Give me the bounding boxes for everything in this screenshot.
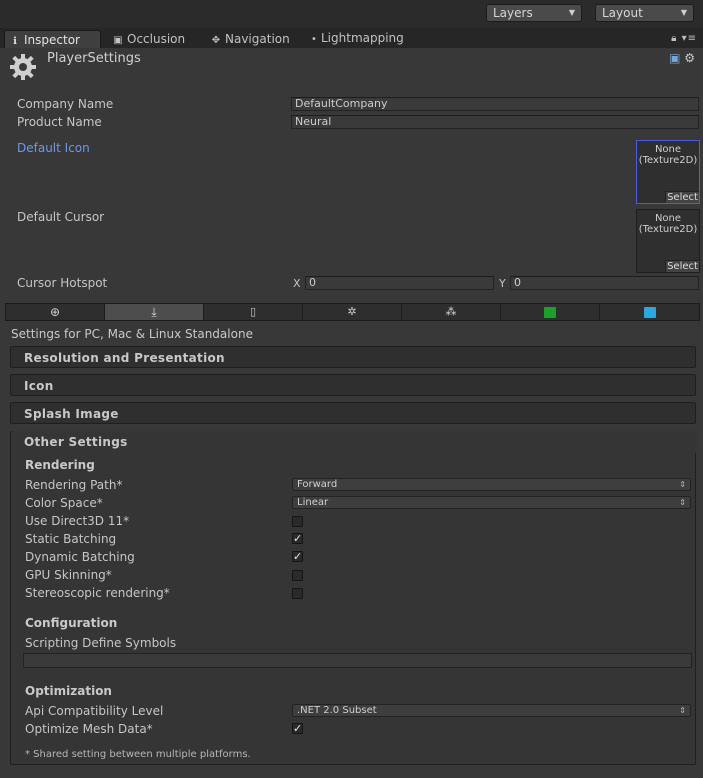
direct3d11-checkbox[interactable] (292, 516, 303, 527)
section-other[interactable]: Other Settings (11, 431, 697, 453)
default-icon-label: Default Icon (17, 141, 90, 155)
tab-tools[interactable]: 🔒︎ ▾≡ (671, 33, 697, 44)
download-icon: ⤓ (151, 305, 157, 319)
color-space-label: Color Space* (25, 496, 103, 510)
optimize-mesh-checkbox[interactable]: ✓ (292, 723, 303, 734)
company-name-field[interactable]: DefaultCompany (291, 97, 699, 111)
settings-for-label: Settings for PC, Mac & Linux Standalone (11, 327, 253, 341)
windows-phone-icon (643, 306, 656, 318)
color-space-value: Linear (297, 497, 329, 508)
lightbulb-icon: • (311, 34, 317, 45)
layers-label: Layers (493, 6, 533, 20)
product-name-field[interactable]: Neural (291, 115, 699, 129)
android-icon: ✲ (347, 305, 357, 318)
hotspot-y-label: Y (499, 277, 506, 290)
direct3d11-label: Use Direct3D 11* (25, 514, 130, 528)
api-compat-select[interactable]: .NET 2.0 Subset ⇕ (292, 704, 691, 717)
product-name-label: Product Name (17, 115, 102, 129)
api-compat-value: .NET 2.0 Subset (297, 705, 377, 716)
picker-type-text: (Texture2D) (638, 224, 698, 235)
updown-arrow-icon: ⇕ (679, 480, 686, 489)
hotspot-x-field[interactable]: 0 (305, 276, 494, 290)
company-name-label: Company Name (17, 97, 114, 111)
default-cursor-picker[interactable]: None (Texture2D) Select (636, 209, 700, 273)
dynamic-batching-checkbox[interactable]: ✓ (292, 551, 303, 562)
settings-gear-icon[interactable]: ⚙ (684, 51, 695, 65)
updown-arrow-icon: ⇕ (679, 706, 686, 715)
help-book-icon[interactable]: ▣ (669, 51, 680, 65)
color-space-select[interactable]: Linear ⇕ (292, 496, 691, 509)
platform-tab-ios[interactable]: ▯ (204, 304, 303, 320)
tab-lightmapping[interactable]: • Lightmapping (306, 29, 406, 47)
select-button[interactable]: Select (665, 260, 699, 272)
rendering-path-value: Forward (297, 479, 338, 490)
section-resolution[interactable]: Resolution and Presentation (10, 346, 696, 368)
phone-icon: ▯ (249, 305, 257, 318)
platform-tab-bar: ⊕ ⤓ ▯ ✲ ⁂ (5, 303, 700, 321)
gpu-skinning-checkbox[interactable] (292, 570, 303, 581)
header-icons: ▣ ⚙ (669, 51, 695, 65)
tab-navigation[interactable]: ✥ Navigation (206, 30, 301, 48)
windows-store-icon (544, 306, 556, 318)
optimize-mesh-label: Optimize Mesh Data* (25, 722, 153, 736)
updown-arrow-icon: ⇕ (679, 498, 686, 507)
hotspot-y-field[interactable]: 0 (510, 276, 699, 290)
rendering-path-select[interactable]: Forward ⇕ (292, 478, 691, 491)
picker-type-text: (Texture2D) (638, 155, 698, 166)
blackberry-icon: ⁂ (445, 305, 457, 318)
rendering-heading: Rendering (25, 458, 95, 472)
tab-label: Occlusion (127, 32, 186, 46)
globe-icon: ⊕ (49, 305, 61, 319)
section-icon[interactable]: Icon (10, 374, 696, 396)
lock-icon[interactable]: 🔒︎ (671, 33, 677, 44)
scripting-define-label: Scripting Define Symbols (25, 636, 177, 650)
static-batching-checkbox[interactable]: ✓ (292, 533, 303, 544)
rendering-path-label: Rendering Path* (25, 478, 123, 492)
footnote: * Shared setting between multiple platfo… (25, 749, 251, 760)
optimization-heading: Optimization (25, 684, 112, 698)
chevron-down-icon: ▼ (568, 8, 575, 17)
gpu-skinning-label: GPU Skinning* (25, 568, 112, 582)
platform-tab-web[interactable]: ⊕ (6, 304, 105, 320)
gear-icon (10, 54, 36, 80)
hotspot-x-label: X (293, 277, 301, 290)
menu-icon[interactable]: ▾≡ (682, 33, 697, 44)
page-title: PlayerSettings (47, 51, 141, 66)
dynamic-batching-label: Dynamic Batching (25, 550, 135, 564)
tab-occlusion[interactable]: ▣ Occlusion (108, 30, 198, 48)
static-batching-label: Static Batching (25, 532, 117, 546)
platform-tab-windows-store[interactable] (501, 304, 600, 320)
stereoscopic-checkbox[interactable] (292, 588, 303, 599)
tab-label: Lightmapping (321, 31, 404, 45)
select-button[interactable]: Select (665, 191, 699, 203)
platform-tab-standalone[interactable]: ⤓ (105, 304, 204, 320)
chevron-down-icon: ▼ (680, 8, 687, 17)
scripting-define-input[interactable] (23, 653, 692, 668)
layout-dropdown[interactable]: Layout ▼ (595, 4, 694, 22)
picker-none-text: None (654, 213, 682, 224)
section-title: Other Settings (24, 435, 128, 449)
platform-tab-android[interactable]: ✲ (303, 304, 402, 320)
tab-label: Inspector (24, 33, 80, 47)
layout-label: Layout (602, 6, 643, 20)
stereoscopic-label: Stereoscopic rendering* (25, 586, 170, 600)
picker-none-text: None (654, 144, 682, 155)
default-icon-picker[interactable]: None (Texture2D) Select (636, 140, 700, 204)
cursor-hotspot-label: Cursor Hotspot (17, 276, 108, 290)
tab-inspector[interactable]: ℹ Inspector (4, 30, 101, 48)
layers-dropdown[interactable]: Layers ▼ (486, 4, 582, 22)
tab-label: Navigation (225, 32, 290, 46)
configuration-heading: Configuration (25, 616, 118, 630)
platform-tab-blackberry[interactable]: ⁂ (402, 304, 501, 320)
section-title: Splash Image (24, 407, 119, 421)
section-title: Resolution and Presentation (24, 351, 225, 365)
section-title: Icon (24, 379, 54, 393)
platform-tab-windows-phone[interactable] (600, 304, 699, 320)
section-splash[interactable]: Splash Image (10, 402, 696, 424)
api-compat-label: Api Compatibility Level (25, 704, 164, 718)
default-cursor-label: Default Cursor (17, 210, 105, 224)
